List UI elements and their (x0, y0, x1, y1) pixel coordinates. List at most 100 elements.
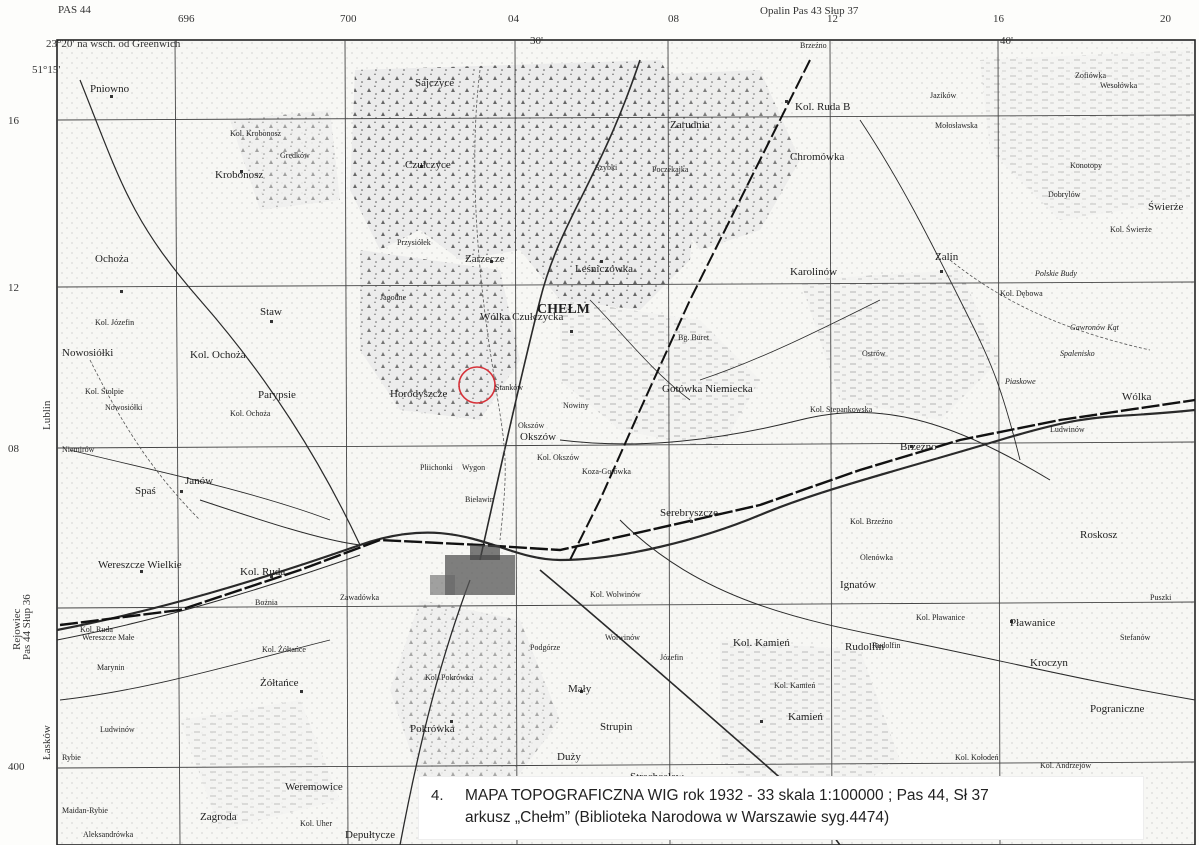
place-label: Horodyszcze (390, 388, 448, 400)
grid-left-label: 400 (8, 761, 25, 773)
place-label: Wólka (1122, 391, 1151, 403)
place-label: Strupin (600, 721, 633, 733)
place-label: Chromówka (790, 151, 845, 163)
place-label: Roskosz (1080, 529, 1117, 541)
place-label: Kroczyn (1030, 657, 1068, 669)
chelm-label: CHEŁM (537, 302, 590, 317)
place-label: Okszów (520, 431, 556, 443)
minor-place-label: Niemirów (62, 445, 95, 454)
minute-label: 30' (530, 35, 543, 47)
minor-place-label: Wolwinów (605, 633, 640, 642)
place-label: Kol. Ruda (240, 566, 285, 578)
grid-top-label: 696 (178, 13, 195, 25)
minor-place-label: Bożnia (255, 598, 278, 607)
minor-place-label: Nowiny (563, 401, 589, 410)
place-label: Kol. Ruda B (795, 101, 850, 113)
minor-place-label: Bg. Buret (678, 333, 710, 342)
minor-place-label: Puszki (1150, 593, 1172, 602)
minor-place-label: Piaskowe (1004, 377, 1036, 386)
place-label: Kol. Kamień (733, 637, 790, 649)
place-label: Rybie (62, 753, 81, 762)
minor-place-label: Rudolfin (872, 641, 900, 650)
caption-line-2: arkusz „Chełm” (Biblioteka Narodowa w Wa… (465, 809, 890, 826)
minor-place-label: Kol. Kołodeń (955, 753, 999, 762)
grid-top-label: 04 (508, 13, 520, 25)
place-label: Staw (260, 306, 282, 318)
topographic-map: PAS 44 Opalin Pas 43 Słup 37 23°20' na w… (0, 0, 1199, 845)
place-label: Pograniczne (1090, 703, 1144, 715)
minor-place-label: Jazików (930, 91, 956, 100)
minor-place-label: Dobrylów (1048, 190, 1081, 199)
minor-place-label: Wygon (462, 463, 485, 472)
minor-place-label: Kol. Józefin (95, 318, 134, 327)
place-label: Poczekajka (652, 165, 689, 174)
minor-place-label: Kol. Dębowa (1000, 289, 1043, 298)
place-label: Kamień (788, 711, 823, 723)
minor-place-label: Jagodne (380, 293, 407, 302)
place-label: Gotówka Niemiecka (662, 383, 753, 395)
grid-left-label: 12 (8, 282, 19, 294)
minor-place-label: Olenówka (860, 553, 893, 562)
grid-left-label: 16 (8, 115, 20, 127)
minor-place-label: Ostrów (862, 349, 886, 358)
minor-place-label: Kol. Stepankowska (810, 405, 873, 414)
minor-place-label: Kol. Andrzejów (1040, 761, 1091, 770)
minor-place-label: Kol. Żółtańce (262, 645, 306, 654)
minor-place-label: Kol. Ochoża (230, 409, 271, 418)
place-label: Nowosiółki (62, 347, 113, 359)
place-label: Aleksandrówka (83, 830, 134, 839)
minor-place-label: Bieławin (465, 495, 494, 504)
minor-place-label: Podgórze (530, 643, 561, 652)
minor-place-label: Kol. Pokrówka (425, 673, 474, 682)
place-label: Żółtańce (260, 677, 299, 689)
minor-place-label: Spalenisko (1060, 349, 1095, 358)
sheet-ref-top: Opalin Pas 43 Słup 37 (760, 5, 859, 17)
minor-place-label: Kol. Pławanice (916, 613, 965, 622)
minor-place-label: Kol. Stolpie (85, 387, 124, 396)
margin-label: Pas 44 Słup 36 (21, 594, 33, 660)
minor-place-label: Wesołówka (1100, 81, 1138, 90)
minor-place-label: Stefanów (1120, 633, 1150, 642)
grid-top-label: 16 (993, 13, 1005, 25)
place-label: Krobonosz (215, 169, 263, 181)
grid-top-label: 12 (827, 13, 838, 25)
place-label: Weremowice (285, 781, 343, 793)
place-label: Spaś (135, 485, 156, 497)
caption-line-1: MAPA TOPOGRAFICZNA WIG rok 1932 - 33 ska… (465, 787, 989, 804)
minor-place-label: Kol. Krobonosz (230, 129, 282, 138)
place-label: Zalin (935, 251, 959, 263)
place-label: Pniowno (90, 83, 130, 95)
place-label: Brzeźno (900, 441, 937, 453)
minor-place-label: Gawronów Kąt (1070, 323, 1120, 332)
latitude-note: 51°15' (32, 64, 60, 76)
minor-place-label: Kol. Kamień (774, 681, 815, 690)
place-label: Sajczyce (415, 77, 454, 89)
place-label: Pławanice (1010, 617, 1055, 629)
place-label: Maidan-Rybie (62, 806, 108, 815)
minor-place-label: Gredków (280, 151, 310, 160)
grid-left-label: 08 (8, 443, 20, 455)
minor-place-label: Polskie Budy (1034, 269, 1077, 278)
place-label: Zarzecze (465, 253, 505, 265)
minor-place-label: Kol. Wolwinów (590, 590, 641, 599)
place-label: Świerże (1148, 201, 1184, 213)
minor-place-label: Nowosiółki (105, 403, 143, 412)
minor-place-label: Kol. Uher (300, 819, 332, 828)
place-label: Ochoża (95, 253, 129, 265)
minor-place-label: Wereszcze Małe (82, 633, 135, 642)
place-label: Leśniczówka (575, 263, 633, 275)
minor-place-label: Kol. Brzeźno (850, 517, 893, 526)
margin-label: Łasków (41, 725, 53, 760)
marker-label: Stanków (495, 383, 523, 392)
place-label: Pokrówka (410, 723, 455, 735)
minor-place-label: Józefin (660, 653, 683, 662)
longitude-note: 23°20' na wsch. od Greenwich (46, 38, 181, 50)
place-label: Karolinów (790, 266, 837, 278)
place-label: Parypsie (258, 389, 296, 401)
place-label: Wereszcze Wielkie (98, 559, 182, 571)
minor-place-label: Konotopy (1070, 161, 1102, 170)
grid-top-label: 700 (340, 13, 357, 25)
place-label: Zagroda (200, 811, 237, 823)
caption-box: 4. MAPA TOPOGRAFICZNA WIG rok 1932 - 33 … (418, 776, 1144, 840)
minor-place-label: Przysiółek (397, 238, 431, 247)
